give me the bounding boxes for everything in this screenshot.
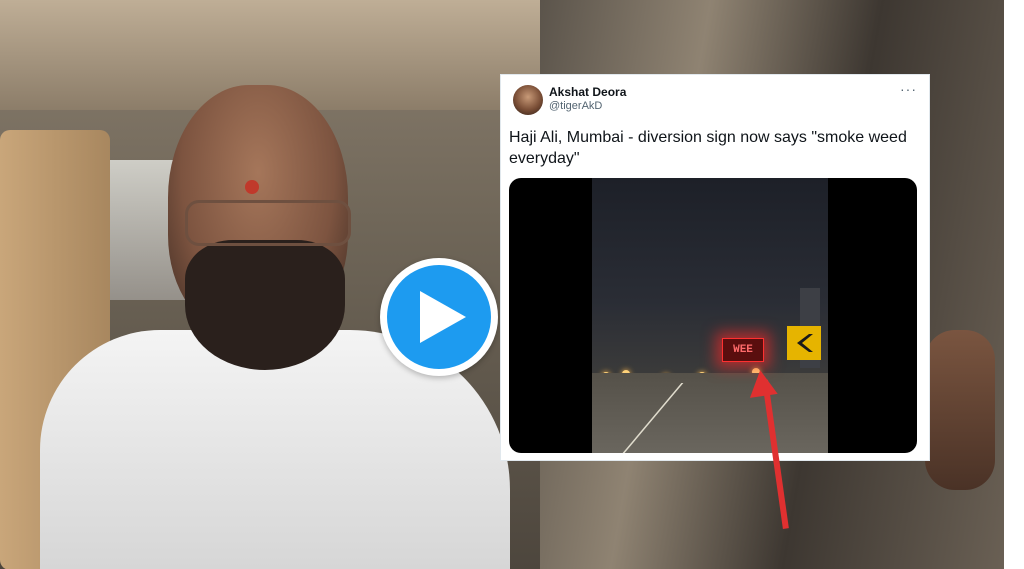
play-icon: [387, 265, 491, 369]
author-avatar[interactable]: [513, 85, 543, 115]
right-margin: [1004, 0, 1024, 569]
tweet-card[interactable]: Akshat Deora @tigerAkD ··· Haji Ali, Mum…: [500, 74, 930, 461]
play-button[interactable]: [380, 258, 498, 376]
tweet-video[interactable]: WEE: [509, 178, 917, 453]
chevron-left-icon: [787, 326, 821, 360]
lane-marking: [622, 383, 684, 453]
person-glasses: [185, 200, 351, 246]
person-beard: [185, 240, 345, 370]
road: [592, 373, 828, 453]
led-diversion-sign: WEE: [722, 338, 764, 362]
hand-on-door: [925, 330, 995, 490]
video-frame: WEE: [592, 178, 828, 453]
more-options-icon[interactable]: ···: [900, 81, 917, 97]
author-name[interactable]: Akshat Deora: [549, 85, 626, 99]
person-tilak: [245, 180, 259, 194]
tweet-text: Haji Ali, Mumbai - diversion sign now sa…: [509, 129, 907, 167]
author-handle[interactable]: @tigerAkD: [549, 100, 602, 112]
